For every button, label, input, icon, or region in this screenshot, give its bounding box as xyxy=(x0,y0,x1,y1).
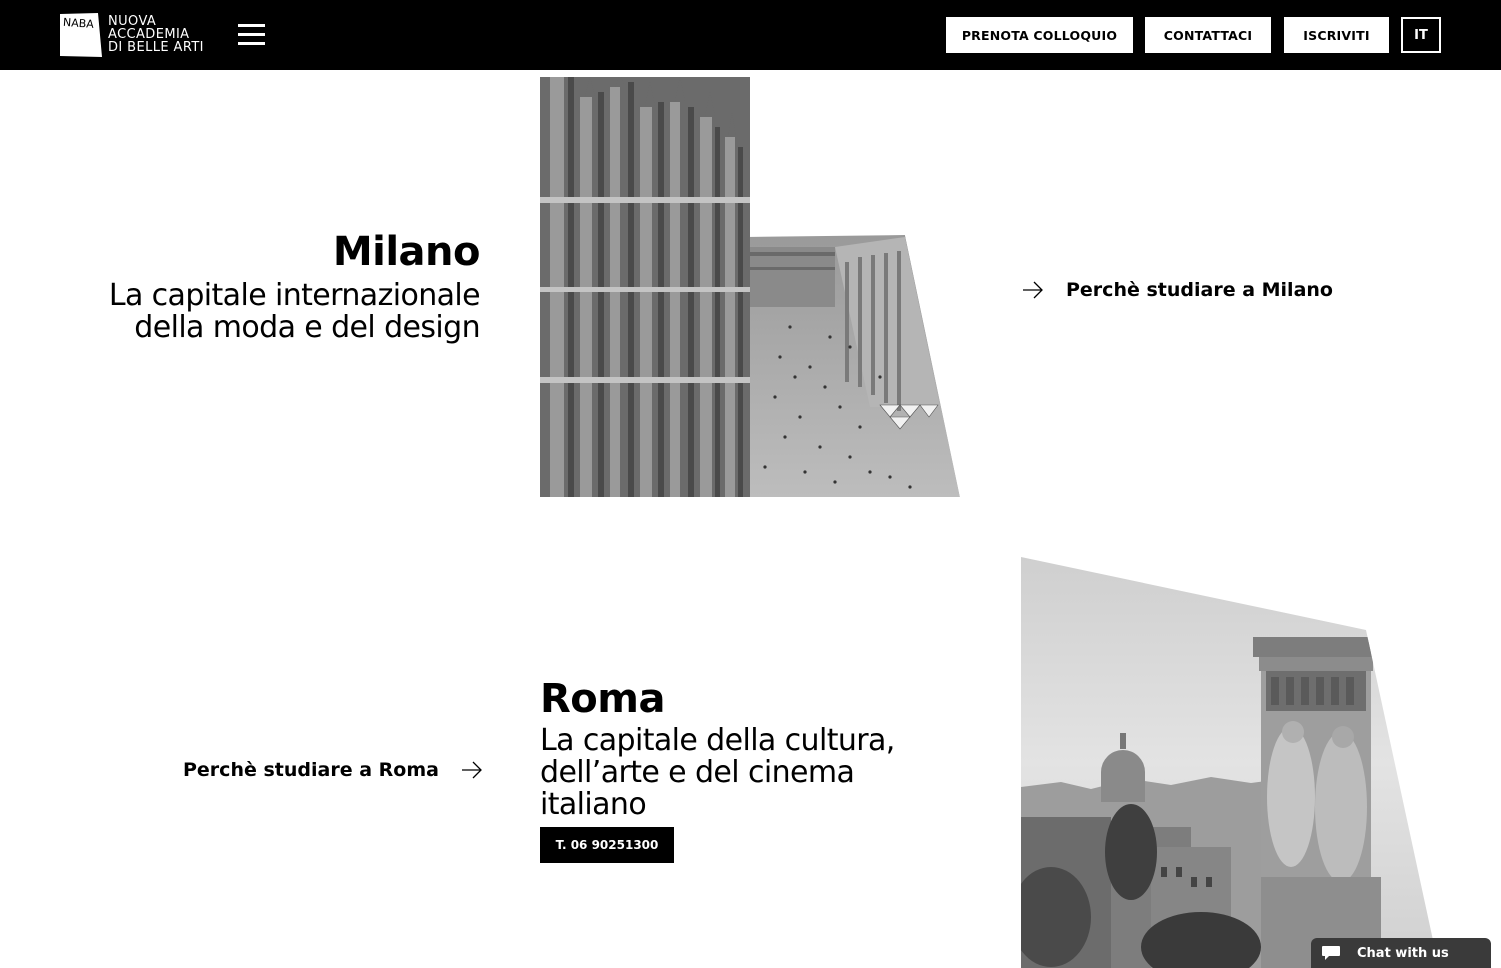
roma-subtitle-line-1: La capitale della cultura, xyxy=(540,723,895,758)
svg-text:NABA: NABA xyxy=(63,16,95,31)
logo-line-3: DI BELLE ARTI xyxy=(108,40,204,55)
book-interview-button[interactable]: PRENOTA COLLOQUIO xyxy=(946,17,1133,53)
roma-title: Roma xyxy=(540,676,665,722)
why-study-milano-link[interactable]: Perchè studiare a Milano xyxy=(1022,279,1333,301)
why-study-roma-label: Perchè studiare a Roma xyxy=(183,759,439,781)
why-study-roma-link[interactable]: Perchè studiare a Roma xyxy=(183,759,483,781)
milano-heading-block: Milano La capitale internazionale della … xyxy=(60,229,481,345)
milan-cathedral-photo xyxy=(540,77,960,497)
why-study-milano-label: Perchè studiare a Milano xyxy=(1066,279,1333,301)
milano-title: Milano xyxy=(332,229,481,275)
naba-logo-mark: NABA xyxy=(60,13,102,57)
milano-subtitle-line-1: La capitale internazionale xyxy=(108,278,481,313)
chat-widget[interactable]: Chat with us xyxy=(1311,938,1491,968)
roma-subtitle-line-2: dell’arte e del cinema xyxy=(540,755,855,790)
rome-skyline-photo xyxy=(1021,557,1439,968)
logo-wordmark: NUOVA ACCADEMIA DI BELLE ARTI xyxy=(108,15,204,54)
arrow-right-icon xyxy=(461,761,482,779)
site-header: NABA NUOVA ACCADEMIA DI BELLE ARTI PRENO… xyxy=(0,0,1501,70)
language-selector[interactable]: IT xyxy=(1401,17,1441,53)
phone-button[interactable]: T. 06 90251300 xyxy=(540,827,674,863)
hamburger-icon[interactable] xyxy=(238,22,266,46)
speech-bubble-icon xyxy=(1322,946,1340,960)
contact-button[interactable]: CONTATTACI xyxy=(1145,17,1271,53)
roma-subtitle: La capitale della cultura, dell’arte e d… xyxy=(540,725,960,821)
milano-subtitle-line-2: della moda e del design xyxy=(134,310,480,345)
naba-logo[interactable]: NABA NUOVA ACCADEMIA DI BELLE ARTI xyxy=(60,13,220,59)
arrow-right-icon xyxy=(1023,281,1043,299)
roma-subtitle-line-3: italiano xyxy=(540,787,647,822)
roma-heading-block: Roma La capitale della cultura, dell’art… xyxy=(540,677,960,821)
enroll-button[interactable]: ISCRIVITI xyxy=(1284,17,1389,53)
chat-label: Chat with us xyxy=(1357,945,1449,961)
milano-subtitle: La capitale internazionale della moda e … xyxy=(60,278,481,345)
